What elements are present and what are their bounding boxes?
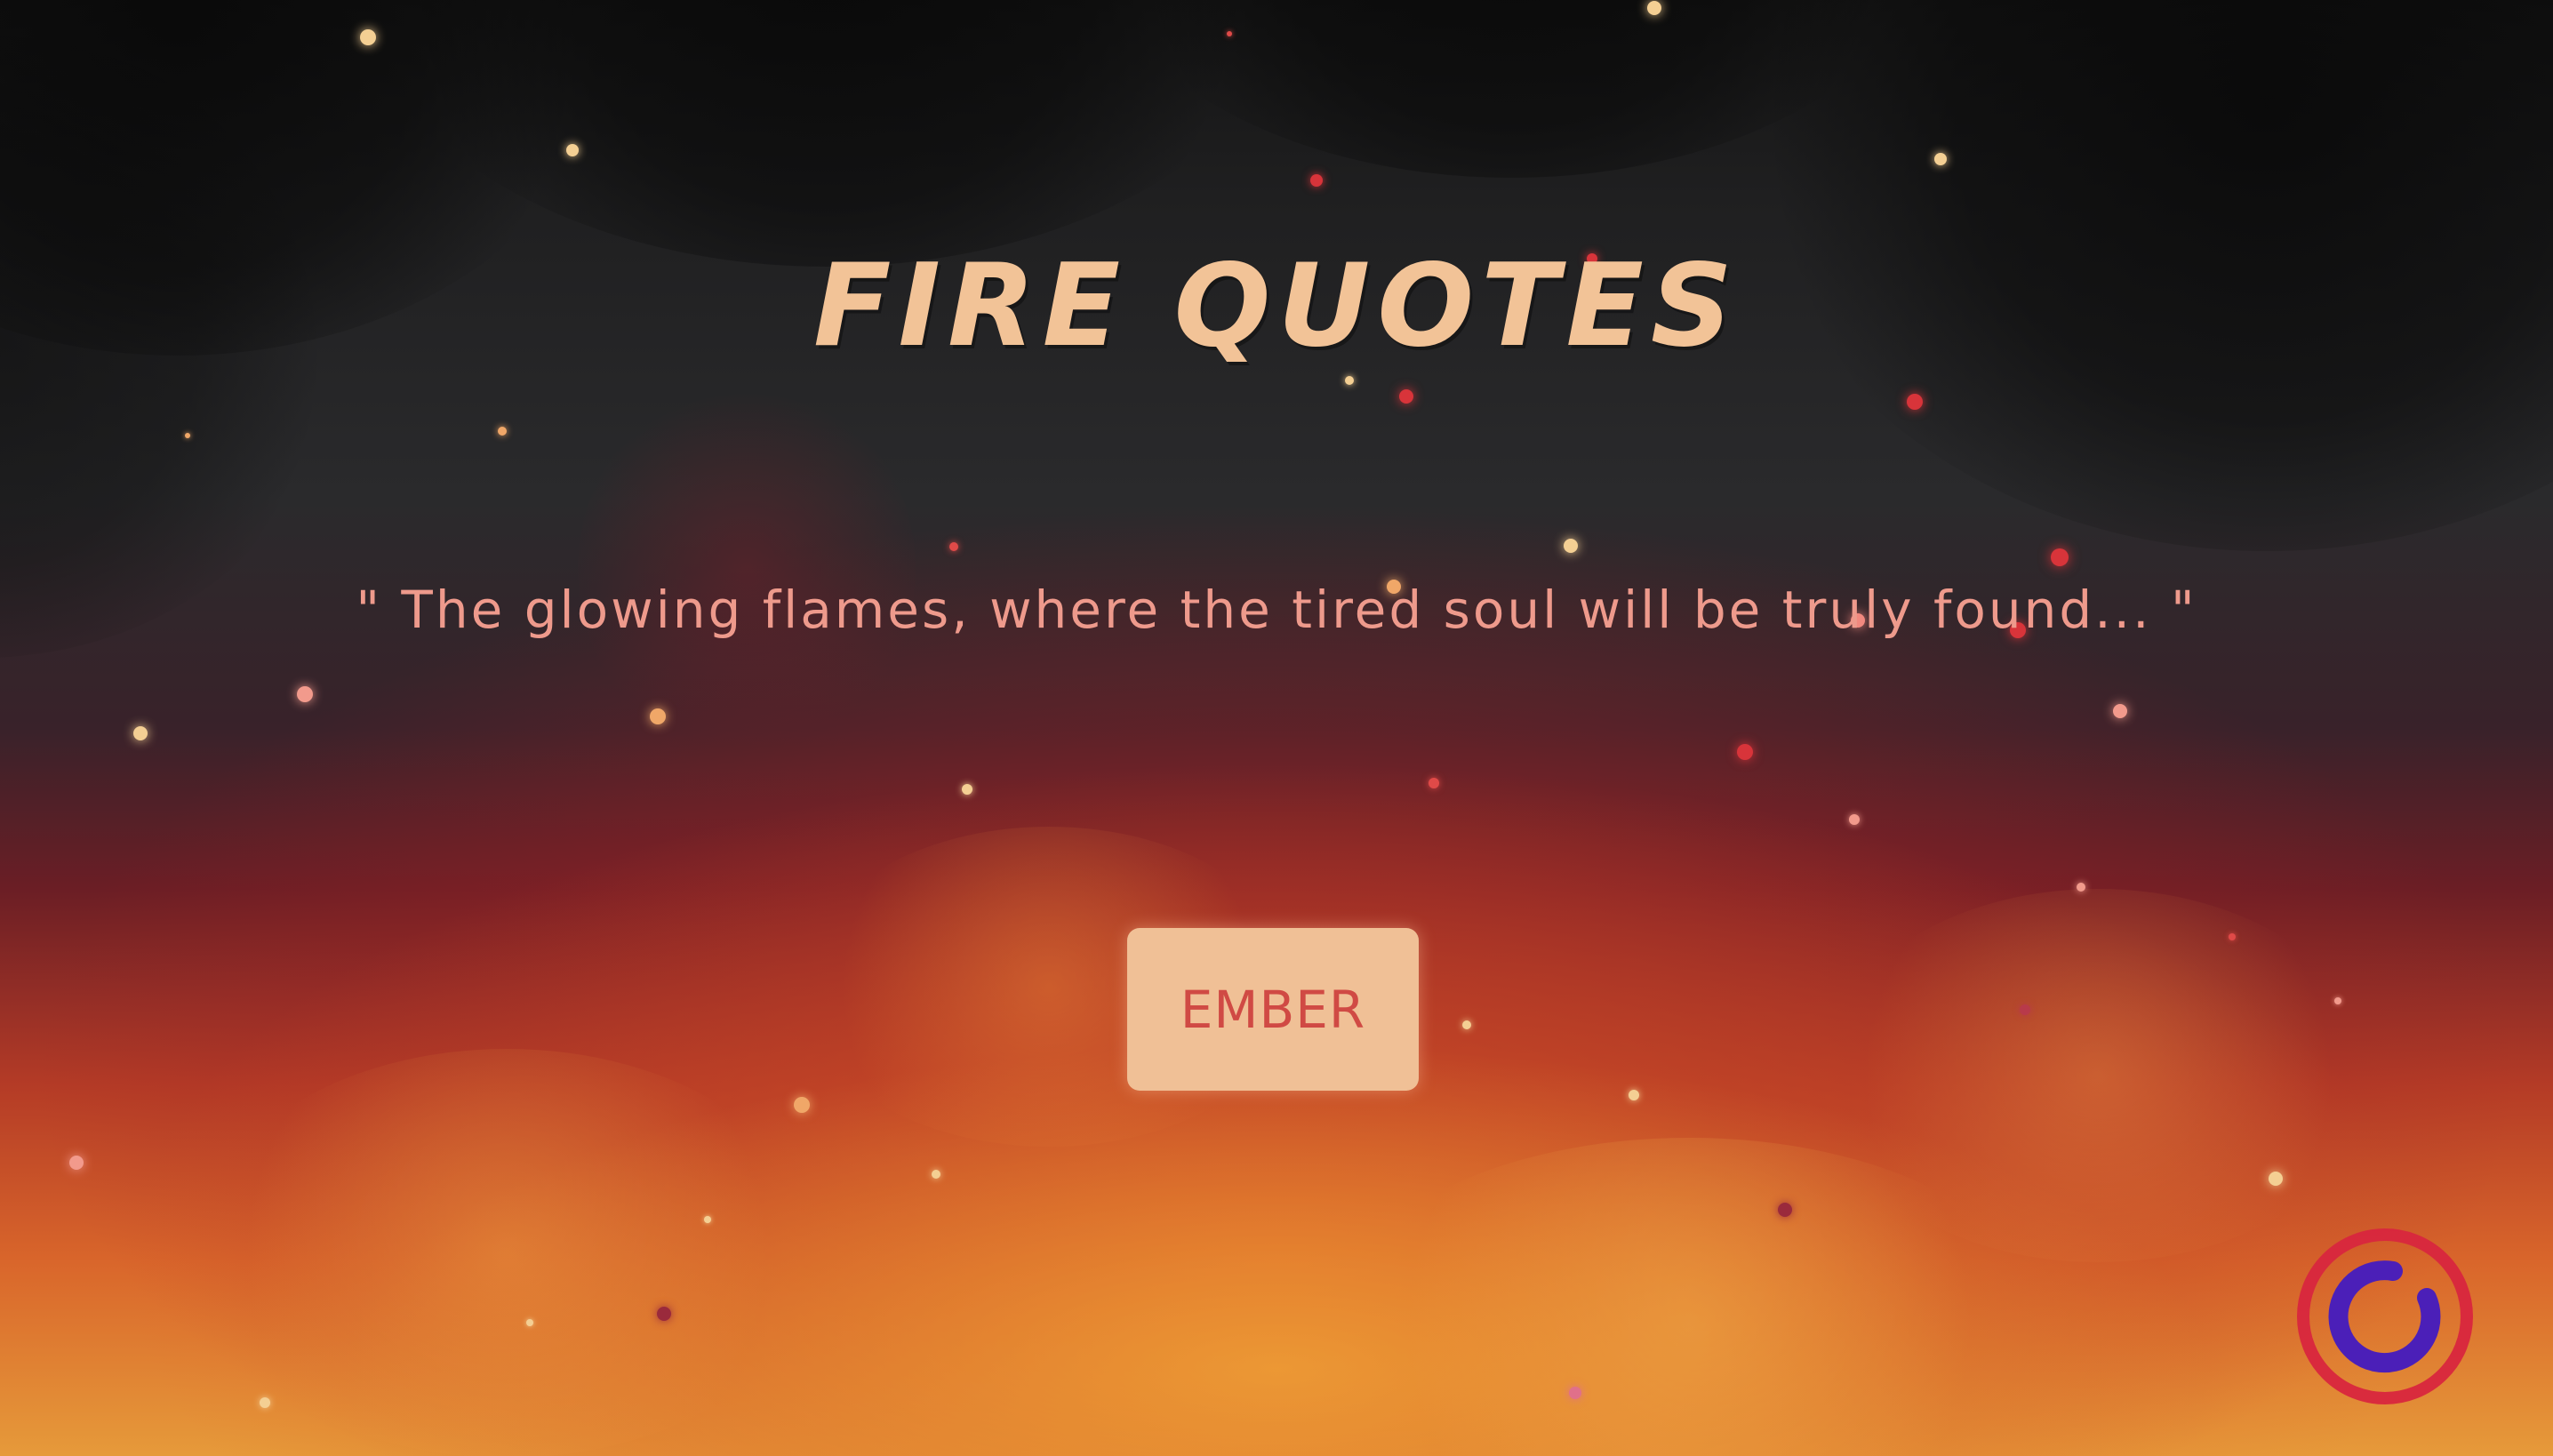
flame-blotch: [578, 382, 916, 756]
ember-spark: [650, 708, 666, 724]
fire-background: FIRE QUOTES " The glowing flames, where …: [0, 0, 2553, 1456]
ember-spark: [1737, 744, 1753, 760]
ember-spark: [1907, 394, 1923, 410]
ember-spark: [1849, 814, 1860, 825]
ember-spark: [962, 784, 972, 795]
quote-text: " The glowing flames, where the tired so…: [356, 580, 2197, 640]
ember-spark: [297, 686, 313, 702]
ember-spark: [1934, 153, 1947, 165]
ember-spark: [704, 1216, 711, 1223]
ember-button[interactable]: EMBER: [1127, 928, 1419, 1091]
ember-spark: [2113, 704, 2127, 718]
ember-spark: [1227, 31, 1232, 36]
ember-spark: [1569, 1387, 1581, 1399]
ember-spark: [185, 433, 190, 438]
ember-spark: [949, 542, 958, 551]
ember-spark: [1345, 376, 1354, 385]
ember-spark: [2077, 883, 2085, 892]
ember-spark: [1462, 1020, 1471, 1029]
ember-spark: [657, 1307, 671, 1321]
ember-spark: [1399, 389, 1413, 404]
ember-spark: [1778, 1203, 1792, 1217]
ember-spark: [133, 726, 148, 740]
page-title: FIRE QUOTES: [812, 240, 1741, 372]
ember-spark: [1629, 1090, 1639, 1100]
ember-spark: [360, 29, 376, 45]
ember-spark: [566, 144, 579, 156]
loading-spinner-icon: [2297, 1228, 2473, 1404]
ember-spark: [2051, 548, 2069, 566]
ember-spark: [1310, 174, 1323, 187]
ember-spark: [260, 1397, 270, 1408]
ember-spark: [2020, 1004, 2030, 1015]
ember-spark: [1647, 1, 1661, 15]
ember-spark: [2269, 1172, 2283, 1186]
ember-spark: [526, 1319, 533, 1326]
ember-spark: [794, 1097, 810, 1113]
ember-spark: [2334, 997, 2341, 1004]
ember-spark: [1564, 539, 1578, 553]
ember-spark: [2229, 933, 2236, 940]
ember-spark: [69, 1156, 84, 1170]
ember-spark: [498, 427, 507, 436]
flame-blotch: [196, 1049, 818, 1456]
ember-spark: [1429, 778, 1439, 788]
ember-spark: [932, 1170, 940, 1179]
